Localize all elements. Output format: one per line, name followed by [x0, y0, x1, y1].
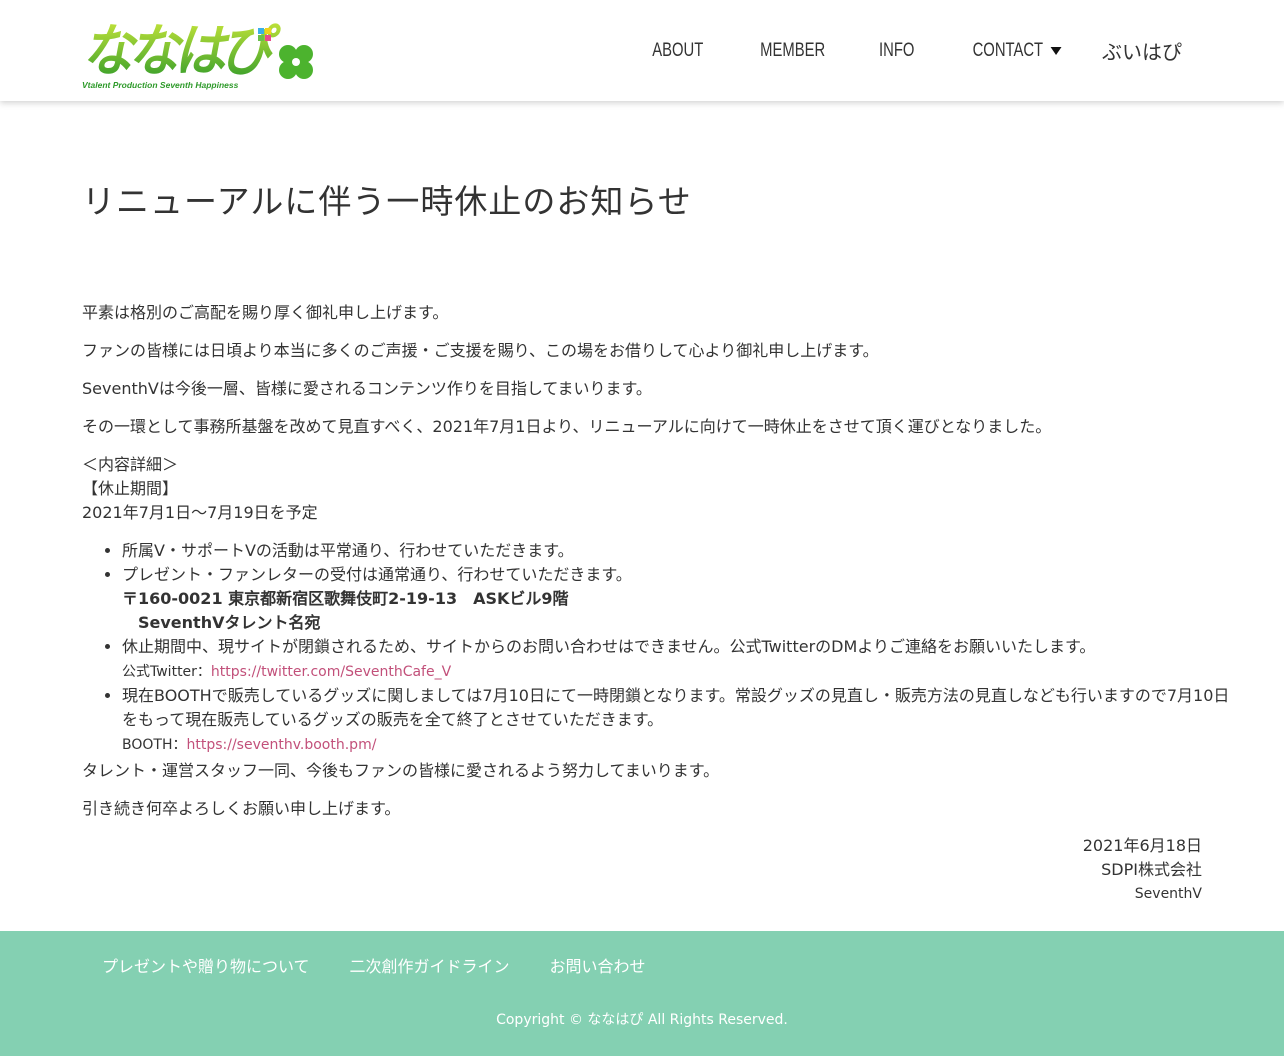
nav-vhapi[interactable]: ぶいはぴ [1102, 36, 1182, 65]
footer-link-presents[interactable]: プレゼントや贈り物について [102, 953, 310, 977]
list-item-text: 所属V・サポートVの活動は平常通り、行わせていただきます。 [122, 541, 574, 560]
paragraph-3: SeventhVは今後一層、皆様に愛されるコンテンツ作りを目指してまいります。 [82, 379, 652, 398]
paragraph-1: 平素は格別のご高配を賜り厚く御礼申し上げます。 [82, 303, 449, 322]
paragraph-6: 引き続き何卒よろしくお願い申し上げます。 [82, 799, 401, 818]
article-title: リニューアルに伴う一時休止のお知らせ [82, 182, 692, 221]
list-item-text: 休止期間中、現サイトが閉鎖されるため、サイトからのお問い合わせはできません。公式… [122, 637, 1096, 656]
booth-link[interactable]: https://seventhv.booth.pm/ [186, 737, 376, 753]
mailing-recipient: SeventhVタレント名宛 [138, 613, 321, 632]
main-nav: ABOUT MEMBER INFO CONTACT ぶいはぴ [605, 0, 1182, 101]
signature-block: 2021年6月18日 SDPI株式会社 SeventhV [1083, 834, 1202, 906]
list-item-text: 現在BOOTHで販売しているグッズに関しましては7月10日にて一時閉鎖となります… [122, 686, 1230, 705]
period-value: 2021年7月1日～7月19日を予定 [82, 503, 318, 522]
period-label: 【休止期間】 [82, 479, 179, 498]
list-item-text-cont: をもって現在販売しているグッズの販売を全て終了とさせていただきます。 [122, 710, 664, 729]
paragraph-2: ファンの皆様には日頃より本当に多くのご声援・ご支援を賜り、この場をお借りして心よ… [82, 341, 879, 360]
copyright: Copyright © ななはぴ All Rights Reserved. [496, 1012, 788, 1028]
site-header: ななはぴ Vtalent Production Seventh Happines… [0, 0, 1284, 101]
logo-tagline: Vtalent Production Seventh Happiness [82, 80, 239, 90]
nav-info[interactable]: INFO [879, 40, 914, 62]
article-body: 平素は格別のご高配を賜り厚く御礼申し上げます。 ファンの皆様には日頃より本当に多… [82, 301, 1230, 835]
signature-date: 2021年6月18日 [1082, 836, 1202, 855]
nav-contact[interactable]: CONTACT [972, 39, 1062, 62]
footer-nav: プレゼントや贈り物について 二次創作ガイドライン お問い合わせ [102, 953, 686, 977]
details-list: 所属V・サポートVの活動は平常通り、行わせていただきます。 プレゼント・ファンレ… [82, 539, 1230, 757]
signature-company: SDPI株式会社 [1101, 860, 1202, 879]
booth-label: BOOTH： [122, 737, 187, 753]
signature-brand: SeventhV [1134, 886, 1202, 902]
nav-about[interactable]: ABOUT [653, 40, 704, 62]
footer-link-guideline[interactable]: 二次創作ガイドライン [350, 953, 510, 977]
logo-wordmark: ななはぴ [82, 18, 281, 84]
twitter-link[interactable]: https://twitter.com/SeventhCafe_V [211, 664, 451, 680]
footer-link-contact[interactable]: お問い合わせ [550, 953, 646, 977]
details-block: ＜内容詳細＞ 【休止期間】 2021年7月1日～7月19日を予定 [82, 453, 1202, 525]
list-item: 休止期間中、現サイトが閉鎖されるため、サイトからのお問い合わせはできません。公式… [122, 635, 1202, 684]
paragraph-4: その一環として事務所基盤を改めて見直すべく、2021年7月1日より、リニューアル… [82, 417, 1052, 436]
mailing-address: 〒160-0021 東京都新宿区歌舞伎町2-19-13 ASKビル9階 [122, 589, 569, 608]
details-heading: ＜内容詳細＞ [82, 455, 179, 474]
site-logo[interactable]: ななはぴ Vtalent Production Seventh Happines… [82, 8, 314, 92]
nav-member[interactable]: MEMBER [760, 40, 825, 62]
site-footer: プレゼントや贈り物について 二次創作ガイドライン お問い合わせ Copyrigh… [0, 931, 1284, 1056]
caret-down-icon [1050, 46, 1062, 55]
nav-contact-label: CONTACT [972, 39, 1043, 61]
twitter-label: 公式Twitter： [122, 664, 211, 680]
logo-graphic: ななはぴ Vtalent Production Seventh Happines… [82, 18, 313, 90]
list-item: プレゼント・ファンレターの受付は通常通り、行わせていただきます。 〒160-00… [122, 563, 1202, 635]
paragraph-5: タレント・運営スタッフ一同、今後もファンの皆様に愛されるよう努力してまいります。 [82, 761, 720, 780]
list-item: 所属V・サポートVの活動は平常通り、行わせていただきます。 [122, 539, 1202, 563]
list-item: 現在BOOTHで販売しているグッズに関しましては7月10日にて一時閉鎖となります… [122, 684, 1230, 757]
list-item-text: プレゼント・ファンレターの受付は通常通り、行わせていただきます。 [122, 565, 632, 584]
